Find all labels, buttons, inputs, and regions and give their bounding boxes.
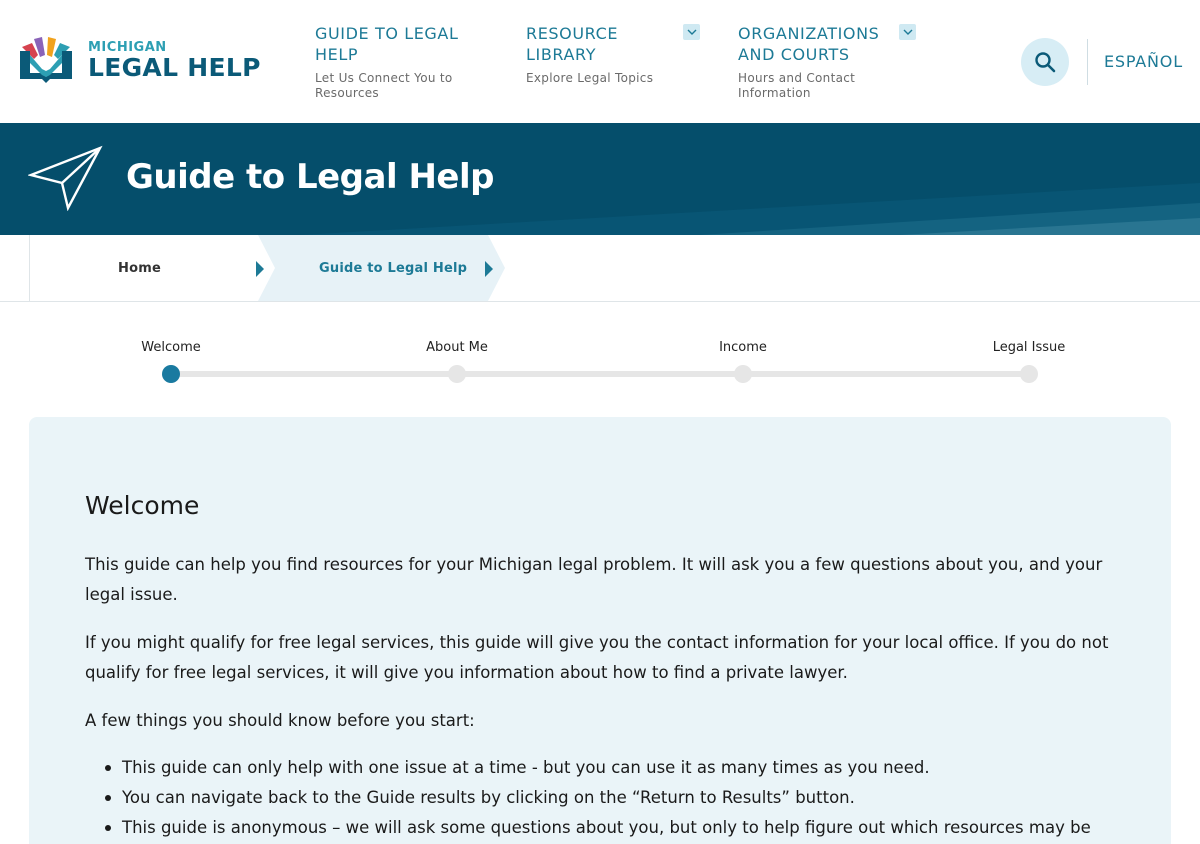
header-divider: [1087, 39, 1088, 85]
site-header: MICHIGAN LEGAL HELP GUIDE TO LEGAL HELP …: [0, 0, 1200, 123]
step-dot-about-me: [448, 365, 466, 383]
before-start-paragraph: A few things you should know before you …: [85, 711, 475, 730]
welcome-heading: Welcome: [85, 491, 200, 520]
nav-guide-link[interactable]: GUIDE TO LEGAL HELP: [315, 23, 495, 65]
intro-paragraph: This guide can help you find resources f…: [85, 555, 1103, 604]
nav-guide: GUIDE TO LEGAL HELP Let Us Connect You t…: [315, 23, 495, 101]
chevron-down-icon: [687, 29, 696, 35]
step-label-legal-issue: Legal Issue: [992, 340, 1066, 355]
search-button[interactable]: [1021, 38, 1069, 86]
qualify-paragraph: If you might qualify for free legal serv…: [85, 633, 1109, 682]
organizations-dropdown-toggle[interactable]: [899, 24, 916, 40]
logo-book-icon: [20, 37, 72, 83]
paper-plane-icon: [28, 145, 103, 211]
step-label-about-me: About Me: [426, 340, 488, 355]
logo-link[interactable]: MICHIGAN LEGAL HELP: [18, 33, 261, 83]
breadcrumb-arrow-icon: [485, 261, 493, 277]
nav-organizations: ORGANIZATIONS AND COURTS Hours and Conta…: [738, 23, 898, 101]
breadcrumb-arrow-icon: [256, 261, 264, 277]
progress-track: [171, 371, 1029, 377]
breadcrumb-current: Guide to Legal Help: [319, 261, 468, 276]
nav-resource-library-link[interactable]: RESOURCE LIBRARY: [526, 23, 676, 65]
page-title: Guide to Legal Help: [126, 157, 494, 197]
breadcrumb: Home Guide to Legal Help: [0, 235, 1200, 302]
breadcrumb-home-link[interactable]: Home: [118, 261, 161, 276]
progress-steps: Welcome About Me Income Legal Issue: [0, 330, 1200, 390]
logo-big-text: LEGAL HELP: [88, 53, 261, 82]
search-icon: [1035, 52, 1056, 73]
breadcrumb-left-border: [29, 235, 30, 301]
step-label-income: Income: [719, 340, 767, 355]
step-dot-income: [734, 365, 752, 383]
nav-guide-subtitle: Let Us Connect You to Resources: [315, 71, 453, 100]
list-item: This guide can only help with one issue …: [85, 753, 1125, 783]
list-item: This guide is anonymous – we will ask so…: [85, 813, 1125, 843]
list-item: You can navigate back to the Guide resul…: [85, 783, 1125, 813]
language-toggle-link[interactable]: ESPAÑOL: [1104, 52, 1183, 71]
page-banner: Guide to Legal Help: [0, 123, 1200, 235]
welcome-card: Welcome This guide can help you find res…: [29, 417, 1171, 844]
chevron-down-icon: [903, 29, 912, 35]
step-dot-legal-issue: [1020, 365, 1038, 383]
step-dot-welcome: [162, 365, 180, 383]
nav-organizations-link[interactable]: ORGANIZATIONS AND COURTS: [738, 23, 898, 65]
resource-library-dropdown-toggle[interactable]: [683, 24, 700, 40]
nav-resource-library: RESOURCE LIBRARY Explore Legal Topics: [526, 23, 676, 86]
nav-resource-library-subtitle: Explore Legal Topics: [526, 71, 654, 85]
step-label-welcome: Welcome: [141, 340, 201, 355]
nav-organizations-subtitle: Hours and Contact Information: [738, 71, 856, 100]
tips-list: This guide can only help with one issue …: [85, 753, 1125, 843]
